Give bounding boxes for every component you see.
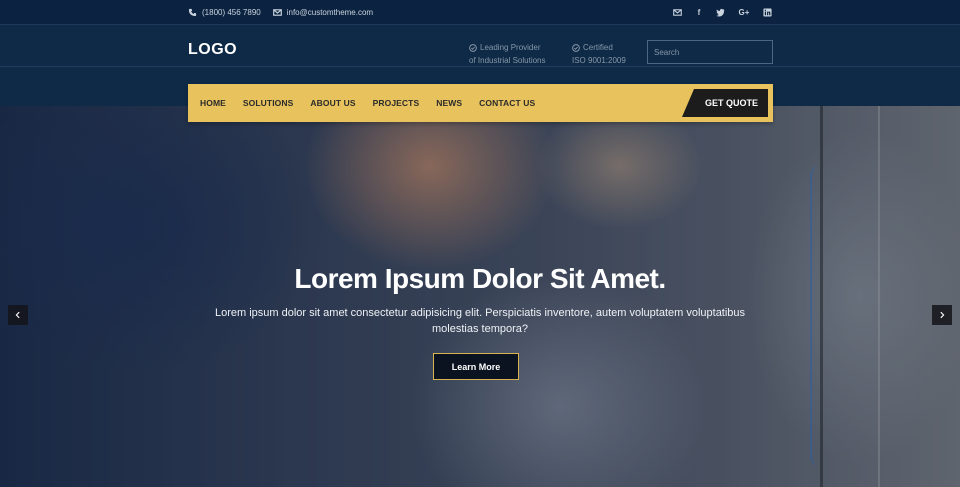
facebook-icon[interactable]: f xyxy=(694,8,704,17)
hero-slider: Lorem Ipsum Dolor Sit Amet. Lorem ipsum … xyxy=(0,106,960,487)
twitter-icon[interactable] xyxy=(716,8,725,17)
check-circle-icon xyxy=(572,43,580,52)
certified-badge-line2: ISO 9001:2009 xyxy=(572,56,626,65)
chevron-left-icon xyxy=(15,311,20,319)
google-plus-icon[interactable]: G+ xyxy=(737,8,751,17)
site-header: LOGO Leading Provider of Industrial Solu… xyxy=(0,25,960,67)
linkedin-icon[interactable] xyxy=(763,8,772,17)
email-contact[interactable]: info@customtheme.com xyxy=(272,8,374,17)
hero-title: Lorem Ipsum Dolor Sit Amet. xyxy=(294,263,666,294)
main-nav: HOME SOLUTIONS ABOUT US PROJECTS NEWS CO… xyxy=(188,84,773,122)
contact-info: (1800) 456 7890 info@customtheme.com xyxy=(188,0,373,25)
nav-item-contact-us[interactable]: CONTACT US xyxy=(479,98,535,108)
hero-text: Lorem ipsum dolor sit amet consectetur a… xyxy=(214,307,746,335)
check-circle-icon xyxy=(469,43,477,52)
chevron-right-icon xyxy=(940,311,945,319)
certified-badge-line1: Certified xyxy=(583,43,613,52)
envelope-icon xyxy=(272,9,282,16)
nav-item-about-us[interactable]: ABOUT US xyxy=(310,98,355,108)
hero-content: Lorem Ipsum Dolor Sit Amet. Lorem ipsum … xyxy=(0,106,960,487)
top-bar: (1800) 456 7890 info@customtheme.com f G… xyxy=(0,0,960,25)
slider-next-button[interactable] xyxy=(932,305,952,325)
provider-badge-line2: of Industrial Solutions xyxy=(469,56,546,65)
learn-more-button[interactable]: Learn More xyxy=(433,353,519,380)
nav-item-projects[interactable]: PROJECTS xyxy=(373,98,420,108)
phone-icon xyxy=(188,8,197,17)
email-address: info@customtheme.com xyxy=(286,8,374,17)
provider-badge: Leading Provider of Industrial Solutions xyxy=(469,41,546,67)
slider-prev-button[interactable] xyxy=(8,305,28,325)
phone-contact[interactable]: (1800) 456 7890 xyxy=(188,8,261,17)
email-icon[interactable] xyxy=(673,8,682,17)
phone-number: (1800) 456 7890 xyxy=(202,8,261,17)
site-logo[interactable]: LOGO xyxy=(188,41,237,59)
provider-badge-line1: Leading Provider xyxy=(480,43,541,52)
get-quote-button[interactable]: GET QUOTE xyxy=(682,89,768,117)
social-links: f G+ xyxy=(673,0,772,25)
search-input[interactable] xyxy=(647,40,773,64)
nav-item-home[interactable]: HOME xyxy=(200,98,226,108)
nav-item-solutions[interactable]: SOLUTIONS xyxy=(243,98,294,108)
certified-badge: Certified ISO 9001:2009 xyxy=(572,41,626,67)
nav-item-news[interactable]: NEWS xyxy=(436,98,462,108)
